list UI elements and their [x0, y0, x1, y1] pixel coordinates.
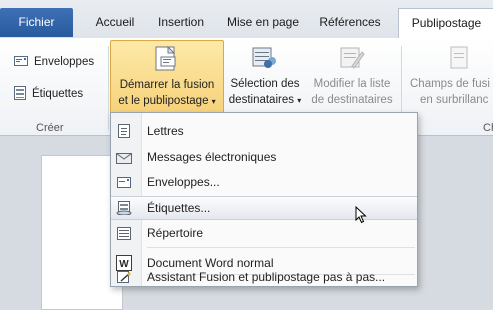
menu-item-label: Messages électroniques: [147, 150, 277, 164]
start-mail-merge-button[interactable]: Démarrer la fusion et le publipostage ▾: [110, 40, 224, 115]
mouse-pointer-icon: [355, 205, 367, 227]
start-merge-icon: [153, 45, 181, 73]
envelope-icon: [14, 55, 28, 70]
menu-item-label: Lettres: [147, 124, 184, 138]
tab-fichier[interactable]: Fichier: [0, 8, 73, 37]
start-merge-dropdown-menu: Lettres Messages électroniques Enveloppe…: [110, 112, 418, 287]
labels-button[interactable]: Étiquettes: [14, 84, 83, 104]
select-recipients-label-line2: destinataires ▾: [228, 94, 302, 106]
group-separator: [108, 46, 109, 130]
edit-list-label-line2: de destinataires: [311, 94, 393, 106]
edit-list-label-line1: Modifier la liste: [313, 78, 391, 90]
labels-icon: [111, 201, 137, 215]
merge-field-icon: [446, 44, 474, 72]
tab-publipostage[interactable]: Publipostage: [398, 8, 493, 40]
dropdown-arrow-icon: ▾: [297, 96, 302, 105]
start-merge-label-line1: Démarrer la fusion: [119, 79, 215, 91]
labels-icon: [14, 85, 26, 103]
group-label-creer: Créer: [36, 122, 64, 134]
labels-label: Étiquettes: [32, 88, 84, 100]
edit-list-icon: [338, 44, 366, 72]
ribbon-tab-bar: Fichier Accueil Insertion Mise en page R…: [0, 0, 493, 40]
menu-item-repertoire[interactable]: Répertoire: [111, 222, 417, 244]
envelopes-label: Enveloppes: [34, 56, 95, 68]
highlight-fields-label-line2: en surbrillanc: [420, 94, 489, 106]
highlight-fields-label-line1: Champs de fusi: [410, 78, 490, 90]
select-recipients-button[interactable]: Sélection des destinataires ▾: [224, 40, 306, 109]
menu-item-lettres[interactable]: Lettres: [111, 120, 417, 142]
tab-mise-en-page[interactable]: Mise en page: [218, 10, 308, 38]
envelopes-button[interactable]: Enveloppes: [14, 52, 94, 72]
group-label-champs: Ch: [483, 122, 493, 134]
directory-icon: [111, 226, 137, 240]
menu-item-enveloppes[interactable]: Enveloppes...: [111, 171, 417, 193]
highlight-merge-fields-button[interactable]: Champs de fusi en surbrillanc: [406, 40, 493, 108]
email-icon: [111, 151, 137, 164]
wizard-icon: [111, 270, 137, 284]
menu-item-etiquettes[interactable]: Étiquettes...: [111, 196, 417, 220]
menu-item-label: Répertoire: [147, 226, 204, 240]
tab-accueil[interactable]: Accueil: [80, 10, 150, 38]
edit-recipient-list-button[interactable]: Modifier la liste de destinataires: [306, 40, 398, 108]
envelope-icon: [111, 176, 137, 188]
tab-references[interactable]: Références: [306, 10, 394, 38]
start-merge-label-line2: et le publipostage ▾: [118, 95, 216, 107]
menu-separator: [147, 247, 415, 248]
recipients-icon: [251, 44, 279, 72]
menu-item-assistant-fusion[interactable]: Assistant Fusion et publipostage pas à p…: [111, 268, 417, 286]
dropdown-arrow-icon: ▾: [211, 97, 216, 106]
menu-item-label: Enveloppes...: [147, 175, 220, 189]
letter-icon: [111, 124, 137, 138]
menu-item-label: Étiquettes...: [147, 201, 211, 215]
menu-item-label: Assistant Fusion et publipostage pas à p…: [147, 270, 386, 284]
menu-item-messages-electroniques[interactable]: Messages électroniques: [111, 146, 417, 168]
tab-insertion[interactable]: Insertion: [146, 10, 216, 38]
select-recipients-label-line1: Sélection des: [230, 78, 300, 90]
